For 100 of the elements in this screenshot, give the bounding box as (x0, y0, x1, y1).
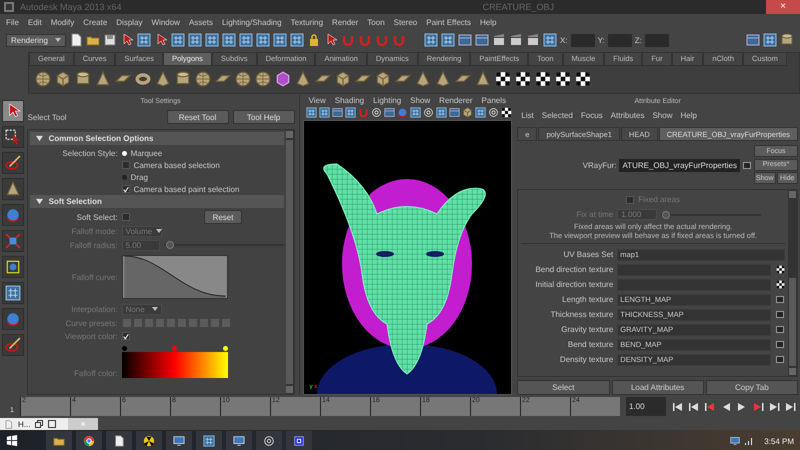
tool-settings-button[interactable]: Reset Tool (166, 110, 229, 124)
playback-button-icon[interactable] (752, 402, 764, 412)
taskbar-button[interactable] (196, 431, 222, 450)
menu-item[interactable]: Help (680, 110, 697, 120)
taskbar-button[interactable] (136, 431, 162, 450)
menu-item[interactable]: Show (652, 110, 672, 120)
grid-icon[interactable] (344, 106, 356, 118)
tool-button[interactable] (2, 152, 24, 174)
document-icon[interactable] (69, 33, 83, 47)
checker-icon[interactable] (495, 71, 511, 87)
node-name-field[interactable]: ATURE_OBJ_vrayFurProperties (619, 158, 740, 172)
pyramid-icon[interactable] (415, 71, 431, 87)
grid-icon[interactable] (256, 33, 270, 47)
lock-icon[interactable] (307, 33, 321, 47)
attribute-editor-button[interactable]: Load Attributes (612, 380, 704, 395)
radio-button[interactable] (122, 174, 127, 180)
playback-button-icon[interactable] (768, 402, 780, 412)
panel-icon[interactable] (384, 106, 395, 118)
menu-item[interactable]: Attributes (610, 110, 644, 120)
menu-item[interactable]: Lighting/Shading (222, 18, 282, 26)
menu-item[interactable]: Renderer (439, 96, 473, 105)
taskbar-button[interactable] (76, 431, 102, 450)
tool-button[interactable] (2, 126, 24, 148)
grid-icon[interactable] (306, 106, 317, 118)
minimized-window[interactable]: H... × (0, 418, 98, 430)
pyramid-icon[interactable] (295, 71, 311, 87)
cube-icon[interactable] (275, 71, 291, 87)
cube-icon[interactable] (462, 106, 473, 118)
taskbar-button[interactable] (106, 431, 132, 450)
playback-button-icon[interactable] (672, 402, 684, 412)
checker-icon[interactable] (500, 106, 512, 118)
close-button[interactable]: × (766, 0, 800, 14)
tool-settings-button[interactable]: Tool Help (232, 110, 295, 124)
menu-item[interactable]: Show (410, 96, 430, 105)
panel-icon[interactable] (475, 33, 489, 47)
grid-icon[interactable] (188, 33, 202, 47)
grid-icon[interactable] (239, 33, 253, 47)
windows-logo-icon[interactable] (6, 435, 18, 447)
torus-icon[interactable] (135, 71, 151, 87)
scrollbar[interactable] (286, 130, 294, 394)
attribute-editor-button[interactable]: Select (517, 380, 610, 395)
tool-button[interactable] (2, 282, 24, 304)
sphere-icon[interactable] (255, 71, 271, 87)
checker-icon[interactable] (776, 280, 784, 289)
grid-icon[interactable] (410, 106, 421, 118)
taskbar-button[interactable] (226, 431, 252, 450)
tool-button[interactable] (2, 100, 24, 122)
sphere-icon[interactable] (35, 71, 51, 87)
playback-button-icon[interactable] (704, 402, 716, 412)
signal-icon[interactable] (744, 436, 754, 446)
reset-button[interactable]: Reset (204, 210, 242, 224)
menu-item[interactable]: Selected (542, 110, 573, 120)
maximize-icon[interactable] (48, 420, 56, 428)
menu-item[interactable]: Paint Effects (426, 18, 471, 26)
cube-icon[interactable] (55, 71, 71, 87)
panel-icon[interactable] (746, 33, 760, 47)
tool-button[interactable] (2, 334, 24, 356)
cube-icon[interactable] (375, 71, 391, 87)
checker-icon[interactable] (555, 71, 571, 87)
checkbox[interactable] (122, 161, 130, 169)
grid-icon[interactable] (290, 33, 304, 47)
grid-icon[interactable] (222, 33, 236, 47)
grid-icon[interactable] (424, 33, 438, 47)
section-header[interactable]: Soft Selection (30, 195, 284, 208)
playback-button-icon[interactable] (688, 402, 700, 412)
grid-icon[interactable] (474, 106, 486, 118)
monitor-icon[interactable] (730, 436, 740, 446)
menu-item[interactable]: File (6, 18, 19, 26)
z-field[interactable] (644, 34, 669, 46)
tool-button[interactable] (2, 178, 24, 200)
radio-button[interactable] (122, 150, 127, 156)
grid-icon[interactable] (441, 33, 455, 47)
menu-item[interactable]: Texturing (290, 18, 324, 26)
cone-icon[interactable] (475, 71, 491, 87)
pyramid-icon[interactable] (155, 71, 171, 87)
taskbar-button[interactable] (286, 431, 312, 450)
panel-icon[interactable] (332, 106, 343, 118)
checkbox[interactable] (122, 185, 130, 193)
checker-icon[interactable] (535, 71, 551, 87)
taskbar-button[interactable] (166, 431, 192, 450)
checker-icon[interactable] (575, 71, 591, 87)
pyramid-icon[interactable] (435, 71, 451, 87)
falloff-color-gradient[interactable] (122, 352, 228, 378)
grid-icon[interactable] (171, 33, 185, 47)
restore-icon[interactable] (35, 420, 44, 428)
cylinder-icon[interactable] (175, 71, 191, 87)
grid-icon[interactable] (273, 33, 287, 47)
cube-icon[interactable] (335, 71, 351, 87)
grid-icon[interactable] (318, 106, 330, 118)
y-field[interactable] (608, 34, 632, 46)
slider-handle[interactable] (662, 210, 670, 218)
menu-item[interactable]: Render (332, 18, 358, 26)
section-header[interactable]: Common Selection Options (30, 132, 284, 145)
sphere-icon[interactable] (195, 71, 211, 87)
x-field[interactable] (570, 34, 595, 46)
menu-item[interactable]: Focus (580, 110, 603, 120)
menu-item[interactable]: Window (152, 18, 180, 26)
cylinder-icon[interactable] (780, 33, 794, 47)
taskbar-button[interactable] (256, 431, 282, 450)
attribute-editor-button[interactable]: Copy Tab (706, 380, 798, 395)
